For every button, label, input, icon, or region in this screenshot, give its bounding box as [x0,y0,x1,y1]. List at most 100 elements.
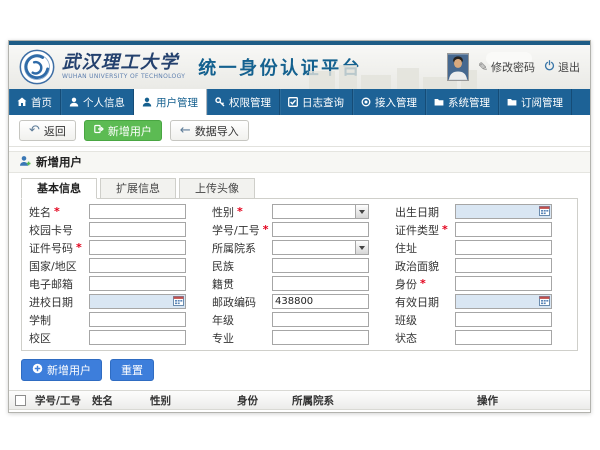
main-nav: 首页 个人信息 用户管理 权限管理 日志查询 接入管理 [9,89,590,115]
class-input[interactable] [455,312,552,327]
tab-extended-info[interactable]: 扩展信息 [100,178,176,199]
field-label: 校区 [29,330,51,346]
education-length-input[interactable] [89,312,186,327]
status-input[interactable] [455,330,552,345]
id-number-input[interactable] [89,240,186,255]
name-input[interactable] [89,204,186,219]
field-label: 校园卡号 [29,222,73,238]
form-field-id-type: 证件类型* [392,222,573,237]
university-name-cn: 武汉理工大学 [62,54,185,73]
add-user-icon [94,124,104,137]
form-field-gender: 性别* [209,204,390,219]
add-user-toolbar-button[interactable]: 新增用户 [84,120,162,141]
user-avatar[interactable] [447,53,469,81]
page-title: 统一身份认证平台 [198,54,362,80]
field-label: 民族 [212,258,234,274]
university-name: 武汉理工大学 WUHAN UNIVERSITY OF TECHNOLOGY [62,54,185,80]
calendar-icon[interactable] [173,295,184,309]
nav-item-subscription-management[interactable]: 订阅管理 [499,89,572,115]
nav-item-personal-info[interactable]: 个人信息 [61,89,134,115]
import-arrow-icon: ← [180,124,191,137]
form-field-email: 电子邮箱 [26,276,207,291]
nav-item-user-management[interactable]: 用户管理 [134,89,207,115]
nav-item-permission-management[interactable]: 权限管理 [207,89,280,115]
log-check-icon [288,97,298,107]
nav-item-access-management[interactable]: 接入管理 [353,89,426,115]
ethnicity-input[interactable] [272,258,369,273]
university-logo-icon [19,49,55,85]
field-label: 有效日期 [395,294,439,310]
form-field-valid-date: 有效日期 [392,294,573,309]
app-header: 武汉理工大学 WUHAN UNIVERSITY OF TECHNOLOGY 统一… [9,45,590,89]
birth-date-input[interactable] [455,204,552,219]
form-actions: 新增用户 重置 [21,359,590,381]
field-label: 身份 [395,276,417,292]
country-region-input[interactable] [89,258,186,273]
calendar-icon[interactable] [539,295,550,309]
form-field-address: 住址 [392,240,573,255]
valid-date-input[interactable] [455,294,552,309]
add-user-section-icon [19,155,31,170]
chevron-down-icon[interactable] [355,241,368,254]
nav-item-log-query[interactable]: 日志查询 [280,89,353,115]
form-field-postal-code: 邮政编码 [209,294,390,309]
calendar-icon[interactable] [539,205,550,219]
submit-add-user-button[interactable]: 新增用户 [21,359,102,381]
form-field-campus-card: 校园卡号 [26,222,207,237]
postal-code-input[interactable] [272,294,369,309]
tab-upload-avatar[interactable]: 上传头像 [179,178,255,199]
pencil-icon: ✎ [478,61,488,73]
field-label: 国家/地区 [29,258,77,274]
chevron-down-icon[interactable] [355,205,368,218]
field-label: 状态 [395,330,417,346]
form-field-entry-date: 进校日期 [26,294,207,309]
email-input[interactable] [89,276,186,291]
form-field-ethnicity: 民族 [209,258,390,273]
power-icon [544,60,555,74]
identity-input[interactable] [455,276,552,291]
field-label: 学制 [29,312,51,328]
major-input[interactable] [272,330,369,345]
native-place-input[interactable] [272,276,369,291]
form-field-department: 所属院系 [209,240,390,255]
logout-link[interactable]: 退出 [544,59,580,75]
circle-plus-icon [32,363,43,377]
nav-item-system-management[interactable]: 系统管理 [426,89,499,115]
logout-label: 退出 [558,59,580,75]
political-status-input[interactable] [455,258,552,273]
field-label: 证件类型 [395,222,439,238]
reset-button[interactable]: 重置 [110,359,154,381]
tab-basic-info[interactable]: 基本信息 [21,178,97,199]
header-user-area: ✎ 修改密码 退出 [447,53,580,81]
change-password-link[interactable]: ✎ 修改密码 [478,59,535,75]
student-id-input[interactable] [272,222,369,237]
gender-select[interactable] [272,204,369,219]
field-label: 出生日期 [395,204,439,220]
campus-input[interactable] [89,330,186,345]
basic-info-panel: 姓名* 性别* 出生日期 校园卡号 学号/工号* [21,198,578,351]
campus-card-input[interactable] [89,222,186,237]
field-label: 进校日期 [29,294,73,310]
field-label: 所属院系 [212,240,256,256]
results-table-header: 学号/工号 姓名 性别 身份 所属院系 操作 [9,390,590,410]
form-field-grade: 年级 [209,312,390,327]
select-all-checkbox[interactable] [15,395,26,406]
col-identity: 身份 [235,393,290,408]
id-type-input[interactable] [455,222,552,237]
form-field-major: 专业 [209,330,390,345]
field-label: 政治面貌 [395,258,439,274]
department-select[interactable] [272,240,369,255]
address-input[interactable] [455,240,552,255]
data-import-button[interactable]: ← 数据导入 [170,120,249,141]
required-marker: * [442,223,448,236]
user-icon [69,97,79,107]
grade-input[interactable] [272,312,369,327]
nav-item-home[interactable]: 首页 [9,89,61,115]
app-window: 武汉理工大学 WUHAN UNIVERSITY OF TECHNOLOGY 统一… [8,40,591,413]
col-gender: 性别 [148,393,235,408]
entry-date-input[interactable] [89,294,186,309]
back-button[interactable]: ↶ 返回 [19,120,76,141]
form-grid: 姓名* 性别* 出生日期 校园卡号 学号/工号* [26,204,573,345]
form-field-identity: 身份* [392,276,573,291]
field-label: 电子邮箱 [29,276,73,292]
